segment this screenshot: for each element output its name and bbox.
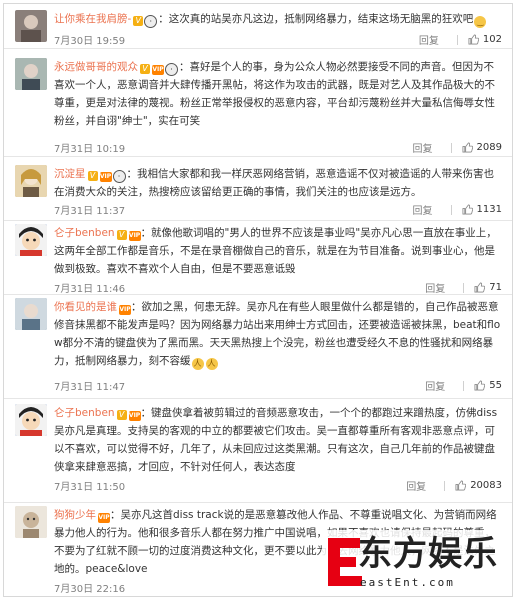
comment-time: 7月31日 11:37 <box>54 206 126 217</box>
username[interactable]: 你看见的是谁 <box>54 301 117 313</box>
verified-badge-icon: V <box>87 171 98 181</box>
watermark-title: 东方娱乐 <box>358 534 498 574</box>
vip-badge-icon: VIP <box>128 411 141 421</box>
like-count: 55 <box>489 380 502 391</box>
like-count: 71 <box>489 282 502 293</box>
comment-item: 仑子benben V VIP：就像他歌词唱的"男人的世界不应该是事业吗"吴亦凡心思一… <box>4 220 512 295</box>
panda-emoji-icon: · <box>112 170 126 183</box>
comment-time: 7月31日 10:19 <box>54 144 126 155</box>
comment-text: ：这次真的站吴亦凡这边，抵制网络暴力，结束这场无脑黑的狂欢吧 <box>158 13 474 25</box>
comment-time: 7月31日 11:50 <box>54 482 126 493</box>
panda-emoji-icon: · <box>144 15 158 28</box>
comment-time: 7月30日 19:59 <box>54 36 126 47</box>
pray-emoji-icon: 人 <box>191 358 204 370</box>
panda-emoji-icon: · <box>165 63 178 76</box>
avatar[interactable] <box>15 10 47 42</box>
smile-emoji-icon: ‿ <box>474 16 487 28</box>
username[interactable]: 狗狗少年 <box>54 509 96 521</box>
divider <box>450 142 452 153</box>
reply-button[interactable]: 回复 <box>425 280 445 295</box>
thumbs-up-icon[interactable] <box>474 380 486 391</box>
verified-badge-icon: V <box>140 64 150 74</box>
comment-time: 7月31日 11:47 <box>54 382 126 393</box>
site-watermark: 东方娱乐 eastEnt.com <box>322 530 512 596</box>
thumbs-up-icon[interactable] <box>474 282 486 293</box>
username[interactable]: 永远做哥哥的观众 <box>54 61 138 73</box>
avatar[interactable] <box>15 58 47 90</box>
reply-button[interactable]: 回复 <box>425 378 445 393</box>
avatar[interactable] <box>15 224 47 256</box>
divider <box>463 380 465 391</box>
comment-item: 你看见的是谁 VIP：欲加之黑，何患无辞。吴亦凡在有些人眼里做什么都是错的，自己作… <box>4 294 512 399</box>
comment-item: 永远做哥哥的观众 V VIP · ：喜好是个人的事，身为公众人物必然要接受不同的声音。但… <box>4 48 512 157</box>
vip-badge-icon: VIP <box>98 513 110 523</box>
comment-time: 7月30日 22:16 <box>54 584 126 595</box>
pray-emoji-icon: 人 <box>205 358 218 370</box>
like-count: 2089 <box>476 142 502 153</box>
comment-item: 仑子benben V VIP：键盘侠拿着被剪辑过的音频恶意攻击，一个个的都跑过来蹭热… <box>4 398 512 503</box>
thumbs-up-icon[interactable] <box>462 142 473 153</box>
username[interactable]: 仑子benben <box>54 407 115 419</box>
divider <box>450 204 452 215</box>
thumbs-up-icon[interactable] <box>468 34 479 45</box>
vip-badge-icon: VIP <box>119 305 131 315</box>
avatar[interactable] <box>15 506 47 538</box>
divider <box>456 34 458 45</box>
divider <box>463 282 465 293</box>
reply-button[interactable]: 回复 <box>413 140 433 155</box>
thumbs-up-icon[interactable] <box>455 480 467 491</box>
username[interactable]: 沉淀星 <box>54 168 86 180</box>
thumbs-up-icon[interactable] <box>462 204 473 215</box>
like-count: 1131 <box>476 204 502 215</box>
username[interactable]: 仑子benben <box>54 227 115 239</box>
verified-badge-icon: V <box>116 410 127 420</box>
avatar[interactable] <box>15 404 47 436</box>
username[interactable]: 让你乘在我肩膀- <box>54 13 131 25</box>
vip-badge-icon: VIP <box>99 172 112 182</box>
comment-time: 7月31日 11:46 <box>54 284 126 295</box>
vip-badge-icon: VIP <box>128 231 141 241</box>
verified-badge-icon: V <box>116 230 127 240</box>
reply-button[interactable]: 回复 <box>413 202 433 217</box>
comment-item: 让你乘在我肩膀- V · ：这次真的站吴亦凡这边，抵制网络暴力，结束这场无脑黑的狂欢吧… <box>4 4 512 49</box>
reply-button[interactable]: 回复 <box>419 32 439 47</box>
vip-badge-icon: VIP <box>152 65 164 75</box>
watermark-subtitle: eastEnt.com <box>360 576 455 589</box>
avatar[interactable] <box>15 165 47 197</box>
comment-list: 让你乘在我肩膀- V · ：这次真的站吴亦凡这边，抵制网络暴力，结束这场无脑黑的狂欢吧… <box>3 3 513 597</box>
comment-item: 沉淀星 V VIP · ：我相信大家都和我一样厌恶网络营销，恶意造谣不仅对被造谣的人带来… <box>4 156 512 221</box>
avatar[interactable] <box>15 298 47 330</box>
like-count: 20083 <box>470 480 502 491</box>
verified-badge-icon: V <box>133 16 144 26</box>
like-count: 102 <box>482 34 502 45</box>
divider <box>444 480 446 491</box>
reply-button[interactable]: 回复 <box>406 478 426 493</box>
